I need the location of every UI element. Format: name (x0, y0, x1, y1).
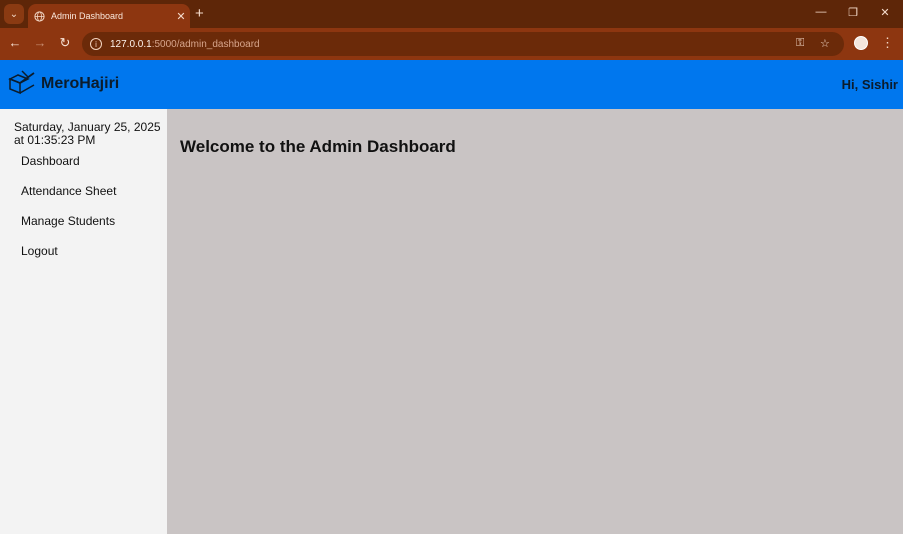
password-key-icon[interactable]: ⚿ (796, 37, 804, 50)
browser-tab[interactable]: Admin Dashboard ✕ (28, 4, 190, 28)
url-host: 127.0.0.1 (110, 38, 152, 50)
restore-icon[interactable]: ❐ (838, 6, 868, 19)
user-greeting: Hi, Sishir (841, 77, 898, 92)
window-close-icon[interactable]: ✕ (870, 6, 900, 19)
forward-arrow-icon[interactable]: → (31, 35, 49, 50)
site-info-icon[interactable]: i (90, 38, 102, 50)
tab-search-chevron-icon[interactable]: ⌄ (4, 4, 24, 24)
globe-icon (34, 10, 45, 22)
minimize-icon[interactable]: — (806, 6, 836, 18)
reload-icon[interactable]: ↻ (56, 35, 74, 51)
url-path: :5000/admin_dashboard (151, 38, 260, 50)
brand-name: MeroHajiri (41, 75, 120, 92)
sidebar (0, 109, 167, 534)
browser-tab-bar: ⌄ Admin Dashboard ✕ + — ❐ ✕ (0, 0, 903, 28)
time-line: at 01:35:23 PM (14, 133, 96, 147)
logo-icon (8, 69, 36, 95)
app-header (0, 60, 903, 109)
tab-close-icon[interactable]: ✕ (172, 10, 190, 23)
current-datetime: Saturday, January 25, 2025 at 01:35:23 P… (14, 121, 164, 147)
bookmark-star-icon[interactable]: ☆ (820, 37, 830, 50)
sidebar-item-attendance-sheet[interactable]: Attendance Sheet (21, 184, 116, 198)
sidebar-item-manage-students[interactable]: Manage Students (21, 214, 115, 228)
sidebar-item-logout[interactable]: Logout (21, 244, 58, 258)
tab-title: Admin Dashboard (51, 11, 124, 21)
new-tab-icon[interactable]: + (195, 5, 204, 22)
profile-avatar-icon[interactable] (854, 36, 868, 50)
browser-toolbar: ← → ↻ i 127.0.0.1 :5000/admin_dashboard … (0, 28, 903, 60)
address-bar[interactable]: i 127.0.0.1 :5000/admin_dashboard ⚿ ☆ (82, 32, 844, 56)
sidebar-item-dashboard[interactable]: Dashboard (21, 154, 80, 168)
page-title: Welcome to the Admin Dashboard (180, 137, 456, 156)
back-arrow-icon[interactable]: ← (6, 35, 24, 50)
browser-menu-icon[interactable]: ⋮ (881, 35, 894, 51)
